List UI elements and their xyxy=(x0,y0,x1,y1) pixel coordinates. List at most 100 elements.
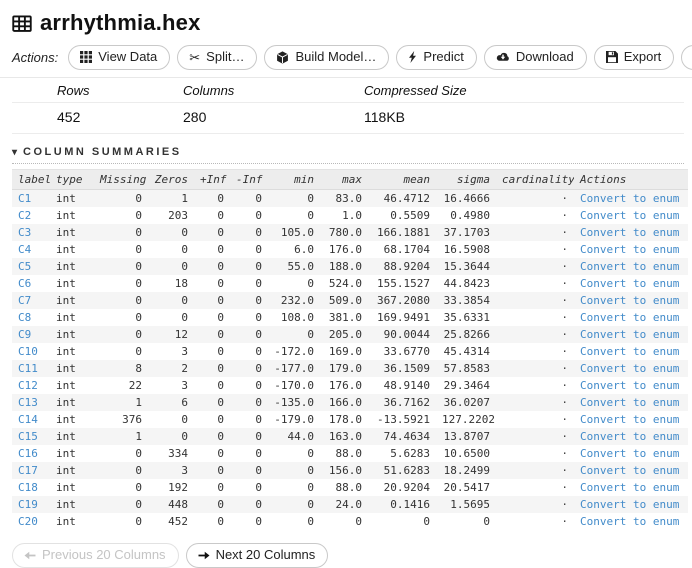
convert-to-enum-link[interactable]: Convert to enum xyxy=(580,192,679,205)
convert-to-enum-link[interactable]: Convert to enum xyxy=(580,498,679,511)
column-missing: 1 xyxy=(94,394,148,411)
predict-button[interactable]: Predict xyxy=(396,45,477,70)
column-sigma: 16.4666 xyxy=(436,189,496,207)
convert-to-enum-link[interactable]: Convert to enum xyxy=(580,362,679,375)
column-pinf: 0 xyxy=(194,496,230,513)
column-label-link[interactable]: C16 xyxy=(18,447,38,460)
column-label-link[interactable]: C5 xyxy=(18,260,31,273)
frame-summary-page: arrhythmia.hex Actions: View Data ✂ Spli… xyxy=(0,0,692,568)
column-label-link[interactable]: C17 xyxy=(18,464,38,477)
column-label-link[interactable]: C2 xyxy=(18,209,31,222)
column-pinf: 0 xyxy=(217,243,224,256)
convert-to-enum-link[interactable]: Convert to enum xyxy=(580,209,679,222)
export-button[interactable]: Export xyxy=(593,45,675,70)
column-missing: 0 xyxy=(94,326,148,343)
column-zeros: 0 xyxy=(181,243,188,256)
rows-header: Rows xyxy=(57,83,90,98)
column-sigma: 44.8423 xyxy=(443,277,490,290)
split-button[interactable]: ✂ Split… xyxy=(177,45,258,70)
convert-to-enum-link[interactable]: Convert to enum xyxy=(580,311,679,324)
convert-to-enum-link[interactable]: Convert to enum xyxy=(580,447,679,460)
table-row: C17 int 0 3 0 0 0 156.0 51.6283 18.2499 … xyxy=(12,462,688,479)
column-label-link[interactable]: C8 xyxy=(18,311,31,324)
table-row: C16 int 0 334 0 0 0 88.0 5.6283 10.6500 … xyxy=(12,445,688,462)
convert-to-enum-link[interactable]: Convert to enum xyxy=(580,396,679,409)
convert-to-enum-link[interactable]: Convert to enum xyxy=(580,379,679,392)
column-type: int xyxy=(50,496,94,513)
column-pinf: 0 xyxy=(194,394,230,411)
column-max: 509.0 xyxy=(320,292,368,309)
column-ninf: 0 xyxy=(230,258,268,275)
column-ninf: 0 xyxy=(230,189,268,207)
column-label-link[interactable]: C10 xyxy=(18,345,38,358)
column-label-link[interactable]: C3 xyxy=(18,226,31,239)
column-label-link[interactable]: C13 xyxy=(18,396,38,409)
actions-label: Actions: xyxy=(12,50,59,65)
column-sigma: 45.4314 xyxy=(443,345,490,358)
column-label-link[interactable]: C15 xyxy=(18,430,38,443)
column-zeros: 448 xyxy=(148,496,194,513)
view-data-button[interactable]: View Data xyxy=(68,45,171,70)
convert-to-enum-link[interactable]: Convert to enum xyxy=(580,328,679,341)
column-label-link[interactable]: C19 xyxy=(18,498,38,511)
column-ninf: 0 xyxy=(255,243,262,256)
delete-button[interactable]: Delete xyxy=(681,45,692,70)
convert-to-enum-link[interactable]: Convert to enum xyxy=(580,226,679,239)
export-label: Export xyxy=(623,49,662,64)
convert-to-enum-link[interactable]: Convert to enum xyxy=(580,413,679,426)
column-missing: 0 xyxy=(135,515,142,528)
column-label-link[interactable]: C20 xyxy=(18,515,38,528)
column-pinf: 0 xyxy=(194,428,230,445)
convert-to-enum-link[interactable]: Convert to enum xyxy=(580,481,679,494)
column-label-link[interactable]: C1 xyxy=(18,192,31,205)
table-row: C8 int 0 0 0 0 108.0 381.0 169.9491 35.6… xyxy=(12,309,688,326)
column-cardinality: · xyxy=(496,428,574,445)
column-mean: 367.2080 xyxy=(368,292,436,309)
column-label-link[interactable]: C11 xyxy=(18,362,38,375)
column-type: int xyxy=(50,326,94,343)
convert-to-enum-link[interactable]: Convert to enum xyxy=(580,260,679,273)
download-button[interactable]: Download xyxy=(483,45,587,70)
column-label-link[interactable]: C6 xyxy=(18,277,31,290)
column-cardinality: · xyxy=(496,326,574,343)
convert-to-enum-link[interactable]: Convert to enum xyxy=(580,515,679,528)
column-label-link[interactable]: C7 xyxy=(18,294,31,307)
column-sigma: 15.3644 xyxy=(436,258,496,275)
convert-to-enum-link[interactable]: Convert to enum xyxy=(580,345,679,358)
column-type: int xyxy=(50,258,94,275)
col-header-ninf: -Inf xyxy=(230,169,268,190)
column-type: int xyxy=(56,311,76,324)
column-type: int xyxy=(56,447,76,460)
column-min: 0 xyxy=(268,462,320,479)
column-min: -170.0 xyxy=(274,379,314,392)
column-label-link[interactable]: C14 xyxy=(18,413,38,426)
column-min: -179.0 xyxy=(274,413,314,426)
column-zeros: 3 xyxy=(181,345,188,358)
convert-to-enum-link[interactable]: Convert to enum xyxy=(580,294,679,307)
convert-to-enum-link[interactable]: Convert to enum xyxy=(580,243,679,256)
column-label-link[interactable]: C18 xyxy=(18,481,38,494)
columns-header: Columns xyxy=(183,83,235,98)
column-label-link[interactable]: C12 xyxy=(18,379,38,392)
column-summaries-section-toggle[interactable]: ▾ COLUMN SUMMARIES xyxy=(12,146,684,164)
table-row: C15 int 1 0 0 0 44.0 163.0 74.4634 13.87… xyxy=(12,428,688,445)
column-missing: 0 xyxy=(135,243,142,256)
convert-to-enum-link[interactable]: Convert to enum xyxy=(580,277,679,290)
column-sigma: 18.2499 xyxy=(436,462,496,479)
column-mean: 20.9204 xyxy=(383,481,430,494)
view-data-label: View Data xyxy=(98,49,158,64)
column-zeros: 0 xyxy=(148,224,194,241)
column-label-link[interactable]: C4 xyxy=(18,243,31,256)
column-pinf: 0 xyxy=(217,447,224,460)
column-zeros: 2 xyxy=(148,360,194,377)
column-max: 176.0 xyxy=(328,379,362,392)
build-model-button[interactable]: Build Model… xyxy=(264,45,390,70)
column-min: 44.0 xyxy=(268,428,320,445)
convert-to-enum-link[interactable]: Convert to enum xyxy=(580,464,679,477)
convert-to-enum-link[interactable]: Convert to enum xyxy=(580,430,679,443)
column-label-link[interactable]: C9 xyxy=(18,328,31,341)
column-min: -135.0 xyxy=(268,394,320,411)
column-sigma: 20.5417 xyxy=(443,481,490,494)
previous-columns-button[interactable]: Previous 20 Columns xyxy=(12,543,179,568)
next-columns-button[interactable]: Next 20 Columns xyxy=(185,543,329,568)
